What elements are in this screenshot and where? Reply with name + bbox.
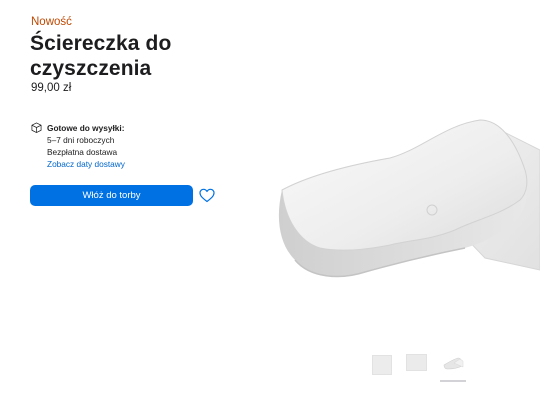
product-price: 99,00 zł: [31, 82, 72, 94]
thumbnail-2[interactable]: [403, 353, 429, 379]
shipping-info: Gotowe do wysyłki: 5–7 dni roboczych Bez…: [47, 122, 125, 170]
thumbnail-selected-indicator: [440, 380, 466, 382]
shipping-cost: Bezpłatna dostawa: [47, 147, 118, 157]
add-to-bag-button[interactable]: Włóż do torby: [30, 185, 193, 206]
thumbnail-3[interactable]: [440, 353, 466, 379]
delivery-dates-link[interactable]: Zobacz daty dostawy: [47, 158, 125, 170]
shipping-time: 5–7 dni roboczych: [47, 135, 115, 145]
box-icon: [31, 122, 42, 133]
thumbnail-cloth-angle: [405, 354, 427, 371]
shipping-heading: Gotowe do wysyłki:: [47, 123, 125, 133]
thumbnail-cloth-curled: [443, 357, 464, 370]
thumbnail-1[interactable]: [369, 353, 395, 379]
product-image: [278, 119, 540, 278]
new-badge: Nowość: [31, 16, 72, 28]
product-title: Ściereczka do czyszczenia: [30, 32, 172, 80]
thumbnail-cloth-flat: [372, 355, 392, 375]
heart-icon[interactable]: [199, 188, 215, 203]
